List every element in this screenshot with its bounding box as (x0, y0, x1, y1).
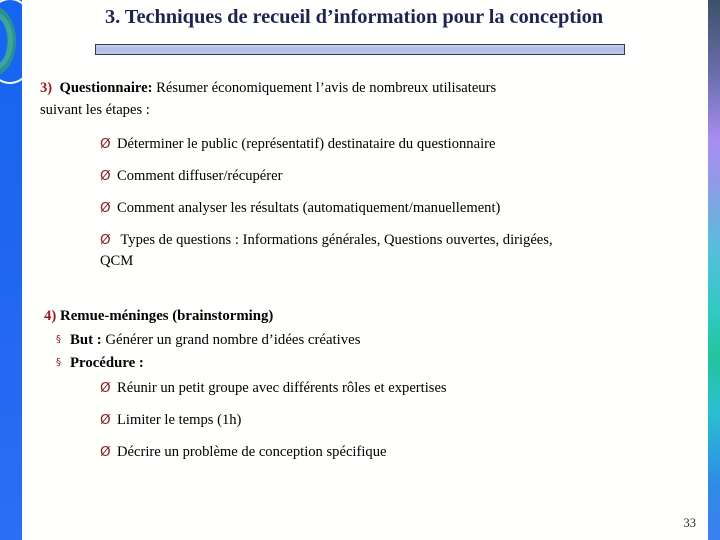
brainstorming-heading: 4) Remue-méninges (brainstorming) (44, 308, 273, 325)
list-item: § Procédure : (56, 355, 144, 372)
list-item-label: Réunir un petit groupe avec différents r… (117, 380, 447, 396)
square-bullet-icon: § (56, 357, 61, 368)
page-number: 33 (683, 516, 697, 530)
arrow-bullet-icon: Ø (100, 412, 111, 428)
list-item: Ø Comment analyser les résultats (automat… (100, 198, 700, 219)
questionnaire-text: Résumer économiquement l’avis de nombreu… (152, 80, 497, 96)
arrow-bullet-icon: Ø (100, 232, 111, 248)
list-item-label: Comment analyser les résultats (automati… (117, 200, 501, 216)
list-item-label: Comment diffuser/récupérer (117, 168, 283, 184)
sub-bullet-label: Procédure : (70, 355, 144, 371)
list-item-label: Limiter le temps (1h) (117, 412, 242, 428)
sub-bullet-text: Générer un grand nombre d’idées créative… (101, 332, 361, 348)
body-area: 3) Questionnaire: Résumer économiquement… (22, 74, 708, 540)
slide-content: 3. Techniques de recueil d’information p… (22, 0, 708, 540)
title-underline-bar (95, 44, 625, 55)
square-bullet-icon: § (56, 334, 61, 345)
list-item-label: Déterminer le public (représentatif) des… (117, 136, 496, 152)
questionnaire-paragraph: 3) Questionnaire: Résumer économiquement… (40, 78, 700, 122)
questionnaire-second-line: suivant les étapes : (40, 101, 150, 118)
arrow-bullet-icon: Ø (100, 136, 111, 152)
arrow-bullet-icon: Ø (100, 444, 111, 460)
arrow-bullet-icon: Ø (100, 168, 111, 184)
list-item: Ø Limiter le temps (1h) (100, 410, 700, 431)
arrow-bullet-icon: Ø (100, 200, 111, 216)
list-item: Ø Comment diffuser/récupérer (100, 166, 700, 187)
questionnaire-label: Questionnaire: (59, 80, 153, 96)
list-item: Ø Décrire un problème de conception spéci… (100, 442, 700, 463)
right-gradient-strip (708, 0, 720, 540)
list-item: Ø Réunir un petit groupe avec différents … (100, 378, 700, 399)
list-item: Ø Types de questions : Informations géné… (100, 230, 708, 272)
questionnaire-marker: 3) (40, 80, 53, 96)
slide-canvas: 3. Techniques de recueil d’information p… (0, 0, 720, 540)
list-item-label: Types de questions : Informations généra… (117, 232, 553, 248)
brainstorming-label: Remue-méninges (brainstorming) (60, 308, 274, 324)
list-item: Ø Déterminer le public (représentatif) de… (100, 134, 700, 155)
list-item-label: Décrire un problème de conception spécif… (117, 444, 387, 460)
arrow-bullet-icon: Ø (100, 380, 111, 396)
sub-bullet-label: But : (70, 332, 102, 348)
list-item-continuation: QCM (100, 253, 134, 270)
brainstorming-marker: 4) (44, 308, 57, 324)
list-item: § But : Générer un grand nombre d’idées c… (56, 332, 361, 349)
page-title: 3. Techniques de recueil d’information p… (104, 6, 604, 28)
